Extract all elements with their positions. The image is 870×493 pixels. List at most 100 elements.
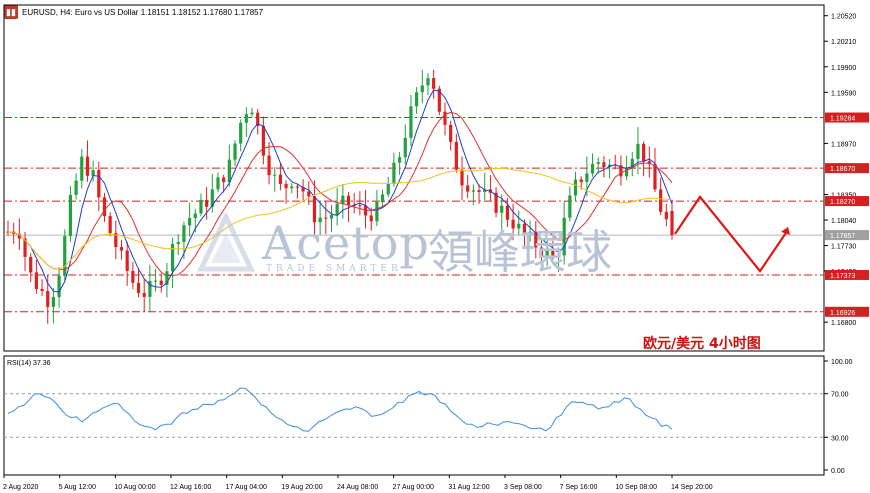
candle-body bbox=[244, 114, 248, 123]
candle-body bbox=[40, 288, 44, 291]
candle-body bbox=[239, 122, 243, 144]
candle-body bbox=[568, 195, 572, 218]
level-label: 1.19284 bbox=[830, 116, 855, 123]
candle-body bbox=[182, 225, 186, 243]
candle-body bbox=[346, 195, 351, 206]
candle-body bbox=[602, 162, 606, 168]
candle-body bbox=[664, 211, 668, 220]
x-tick-label: 27 Aug 00:00 bbox=[393, 484, 434, 491]
candle-body bbox=[222, 177, 226, 183]
candle-body bbox=[454, 141, 458, 170]
candle-body bbox=[68, 194, 73, 237]
candle-body bbox=[449, 124, 453, 142]
candle-body bbox=[199, 199, 203, 214]
candle-body bbox=[102, 197, 107, 217]
candle-body bbox=[420, 85, 424, 93]
candle-body bbox=[131, 270, 135, 283]
candle-body bbox=[80, 156, 84, 181]
projection-arrow bbox=[674, 195, 789, 273]
x-tick-label: 10 Aug 00:00 bbox=[114, 484, 155, 491]
candle-body bbox=[136, 282, 141, 294]
candle-body bbox=[403, 137, 407, 158]
candle-body bbox=[216, 177, 220, 190]
x-tick-label: 5 Aug 12:00 bbox=[59, 484, 96, 491]
rsi-label: RSI(14) 37.36 bbox=[7, 360, 51, 367]
level-label: 1.16926 bbox=[830, 310, 855, 317]
candle-body bbox=[290, 186, 294, 189]
level-label: 1.18670 bbox=[830, 166, 855, 173]
candle-body bbox=[29, 256, 33, 273]
x-tick-label: 7 Sep 16:00 bbox=[560, 484, 598, 491]
candle-body bbox=[579, 179, 583, 183]
candle-body bbox=[278, 174, 283, 184]
candle-body bbox=[205, 199, 209, 207]
candle-body bbox=[119, 247, 124, 251]
candle-body bbox=[596, 162, 600, 164]
candle-body bbox=[273, 174, 277, 176]
candle-body bbox=[267, 155, 271, 176]
candle-body bbox=[642, 143, 646, 162]
candle-body bbox=[46, 290, 50, 307]
candle-body bbox=[670, 210, 674, 236]
candle-body bbox=[573, 179, 578, 196]
candle-body bbox=[142, 293, 146, 297]
candle-body bbox=[125, 250, 129, 271]
x-tick-label: 19 Aug 20:00 bbox=[281, 484, 322, 491]
candle-body bbox=[57, 275, 61, 298]
y-tick-label: 1.20210 bbox=[831, 39, 856, 46]
y-tick-label: 1.19900 bbox=[831, 65, 856, 72]
y-tick-label: 1.17730 bbox=[831, 244, 856, 251]
candle-body bbox=[307, 191, 311, 197]
candle-body bbox=[284, 183, 288, 189]
candle-body bbox=[176, 242, 180, 245]
x-tick-label: 10 Sep 08:00 bbox=[615, 484, 657, 491]
candle-body bbox=[500, 205, 504, 213]
y-tick-label: 1.18970 bbox=[831, 141, 856, 148]
x-tick-label: 14 Sep 20:00 bbox=[671, 484, 713, 491]
candle-body bbox=[261, 126, 265, 156]
x-tick-label: 31 Aug 12:00 bbox=[448, 484, 489, 491]
price-panel-frame bbox=[3, 4, 825, 352]
chart-caption: 欧元/美元 4小时图 bbox=[643, 336, 761, 352]
candle-body bbox=[397, 157, 402, 163]
candle-body bbox=[659, 189, 663, 212]
candle-body bbox=[392, 162, 396, 184]
candle-body bbox=[358, 205, 362, 207]
candle-body bbox=[250, 112, 254, 115]
rsi-tick-label: 0.00 bbox=[831, 468, 845, 475]
current-price-label: 1.17857 bbox=[830, 233, 855, 240]
y-tick-label: 1.19590 bbox=[831, 90, 856, 97]
x-tick-label: 12 Aug 16:00 bbox=[170, 484, 211, 491]
watermark-brand: Acetop bbox=[262, 216, 430, 270]
candle-body bbox=[108, 216, 112, 234]
x-tick-label: 3 Sep 08:00 bbox=[504, 484, 542, 491]
candle-body bbox=[653, 163, 657, 190]
candle-body bbox=[335, 203, 339, 216]
candle-body bbox=[432, 78, 436, 89]
rsi-tick-label: 100.00 bbox=[831, 359, 853, 366]
candle-body bbox=[415, 92, 419, 107]
candle-body bbox=[386, 183, 390, 195]
candle-body bbox=[380, 194, 385, 203]
candle-body bbox=[295, 186, 300, 188]
x-tick-label: 2 Aug 2020 bbox=[3, 484, 39, 491]
candle-body bbox=[466, 185, 470, 192]
candle-body bbox=[341, 195, 345, 204]
candle-body bbox=[227, 159, 231, 183]
candle-body bbox=[460, 169, 464, 186]
watermark-logo-icon bbox=[197, 213, 255, 272]
watermark-tagline: TRADE SMARTER bbox=[266, 264, 402, 274]
y-tick-label: 1.18040 bbox=[831, 218, 856, 225]
watermark-brand-cn: 領峰環球 bbox=[428, 225, 612, 279]
candle-body bbox=[159, 280, 163, 285]
level-label: 1.18270 bbox=[830, 199, 855, 206]
rsi-line bbox=[7, 387, 673, 432]
level-label: 1.17373 bbox=[830, 273, 855, 280]
candle-body bbox=[585, 173, 589, 183]
candle-body bbox=[477, 190, 481, 193]
candle-body bbox=[74, 180, 78, 195]
candle-body bbox=[91, 170, 95, 176]
x-tick-label: 24 Aug 08:00 bbox=[337, 484, 378, 491]
rsi-panel-frame bbox=[3, 355, 825, 476]
candle-body bbox=[51, 297, 56, 307]
